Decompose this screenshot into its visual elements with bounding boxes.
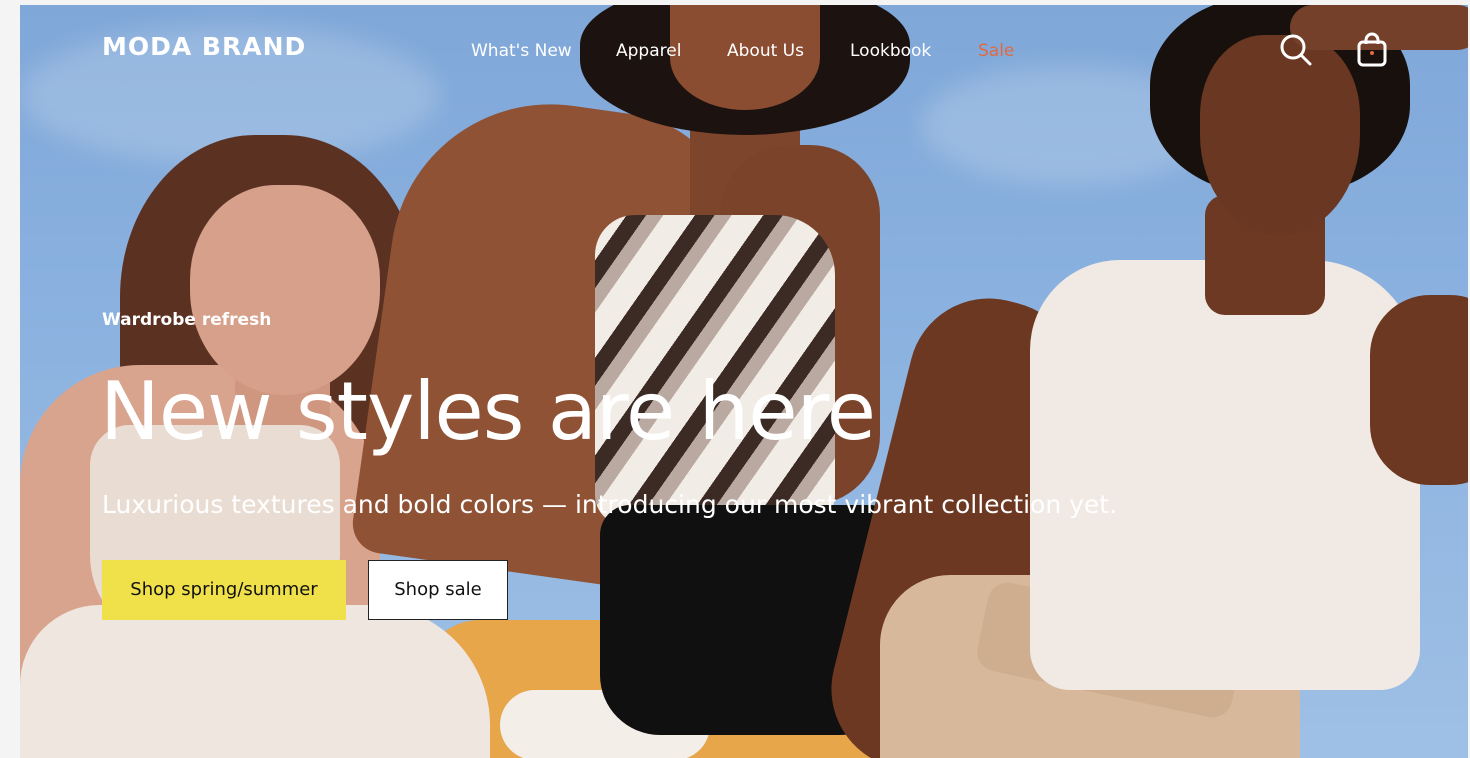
- nav-item-lookbook[interactable]: Lookbook: [850, 38, 931, 64]
- nav-item-sale[interactable]: Sale: [978, 38, 1014, 64]
- hero-subtitle: Luxurious textures and bold colors — int…: [102, 490, 1118, 519]
- search-icon: [1280, 34, 1312, 66]
- hero-headline: New styles are here: [100, 365, 876, 458]
- cart-button[interactable]: [1355, 32, 1389, 68]
- shop-spring-summer-button[interactable]: Shop spring/summer: [102, 560, 346, 620]
- nav-item-whats-new[interactable]: What's New: [471, 38, 572, 64]
- nav-item-about-us[interactable]: About Us: [727, 38, 804, 64]
- brand-logo[interactable]: MODA BRAND: [102, 34, 306, 59]
- nav-item-apparel[interactable]: Apparel: [616, 38, 681, 64]
- page: MODA BRAND What's New Apparel About Us L…: [0, 0, 1470, 758]
- search-button[interactable]: [1279, 32, 1313, 68]
- hero-eyebrow: Wardrobe refresh: [102, 310, 272, 330]
- shopping-bag-icon: [1357, 32, 1387, 67]
- shop-sale-button[interactable]: Shop sale: [368, 560, 508, 620]
